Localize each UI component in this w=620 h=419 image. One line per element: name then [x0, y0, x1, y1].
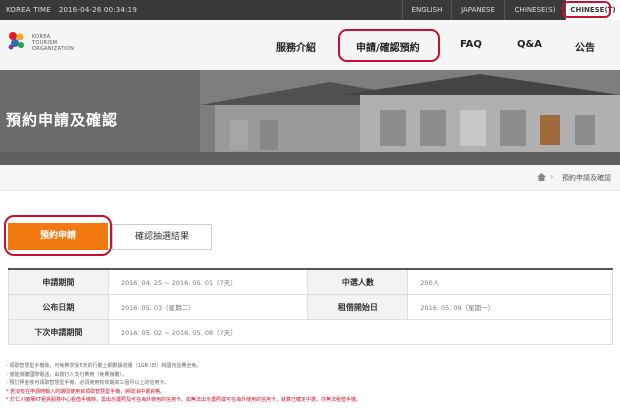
note-item: - 僅能接聽國際電話，由撥打人支付費用（免費接聽）。 [6, 371, 127, 378]
label-selected-count: 中選人數 [307, 268, 409, 295]
label-rental-start: 租借開始日 [307, 294, 409, 320]
value-selected-count: 250人 [407, 268, 613, 295]
page-title: 預約申請及確認 [6, 111, 119, 129]
table-row: 公布日期 2016. 05. 03（星期二） 租借開始日 2016. 05. 0… [8, 294, 613, 320]
tab-check-lottery-result[interactable]: 確認抽選結果 [112, 224, 212, 250]
nav-notice[interactable]: 公告 [575, 39, 595, 54]
breadcrumb-current: 預約申請及確認 [562, 174, 611, 182]
lang-chinese-simplified[interactable]: CHINESE(S) [504, 0, 565, 20]
value-announce-date: 2016. 05. 03（星期二） [107, 294, 309, 320]
time-value: 2016-04-26 00:34:19 [58, 6, 137, 14]
label-application-period: 申請期間 [8, 268, 109, 295]
highlight-circle-tab [4, 215, 112, 256]
value-next-period: 2016. 05. 02 ~ 2016. 05. 08（7天） [107, 319, 614, 345]
label-announce-date: 公布日期 [8, 294, 109, 320]
nav-faq[interactable]: FAQ [460, 39, 482, 50]
label-next-period: 下次申請期間 [8, 319, 109, 345]
value-rental-start: 2016. 05. 09（星期一） [407, 294, 613, 320]
breadcrumb: › 預約申請及確認 [0, 165, 620, 191]
korea-time: KOREA TIME 2016-04-26 00:34:19 [6, 6, 145, 14]
table-row: 申請期間 2016. 04. 25 ~ 2016. 05. 01（7天） 中選人… [8, 268, 613, 295]
chevron-right-icon: › [550, 172, 554, 181]
note-item-warning: * 若沒有在申請時輸入的期間使用目領取智慧型手機，將取消中選資格。 [6, 388, 166, 395]
table-row: 下次申請期間 2016. 05. 02 ~ 2016. 05. 08（7天） [8, 319, 614, 345]
note-item-warning: * 於仁川機場KT租賃服務中心租借手機時，需出示護照及可在海外使用的信用卡。如無… [6, 397, 362, 403]
notice-list: - 領取智慧型手機後，可免費享受5天的行動上網數據流量（1GB /日）和國內話費… [6, 362, 361, 405]
lang-english[interactable]: ENGLISH [402, 0, 451, 20]
top-bar: KOREA TIME 2016-04-26 00:34:19 ENGLISH JA… [0, 0, 620, 20]
site-header: KOREA TOURISM ORGANIZATION 服務介紹 申請/確認預約 … [0, 20, 620, 71]
note-item: - 領取智慧型手機後，可免費享受5天的行動上網數據流量（1GB /日）和國內話費… [6, 363, 202, 369]
nav-qa[interactable]: Q&A [517, 39, 542, 50]
kto-logo-icon[interactable] [6, 30, 26, 52]
hero-banner: 預約申請及確認 [0, 70, 620, 165]
home-icon[interactable] [537, 173, 546, 181]
time-label: KOREA TIME [6, 6, 51, 14]
highlight-circle-lang [562, 1, 611, 18]
nav-service-intro[interactable]: 服務介紹 [276, 39, 316, 54]
value-application-period: 2016. 04. 25 ~ 2016. 05. 01（7天） [107, 268, 309, 295]
note-item: - 預訂押金後可領取智慧型手機，必須使用有效期高三個月以上的信用卡。 [6, 380, 170, 386]
lang-japanese[interactable]: JAPANESE [451, 0, 504, 20]
schedule-table: 申請期間 2016. 04. 25 ~ 2016. 05. 01（7天） 中選人… [8, 268, 614, 345]
highlight-circle-nav [338, 29, 440, 62]
logo-text: KOREA TOURISM ORGANIZATION [32, 34, 75, 52]
